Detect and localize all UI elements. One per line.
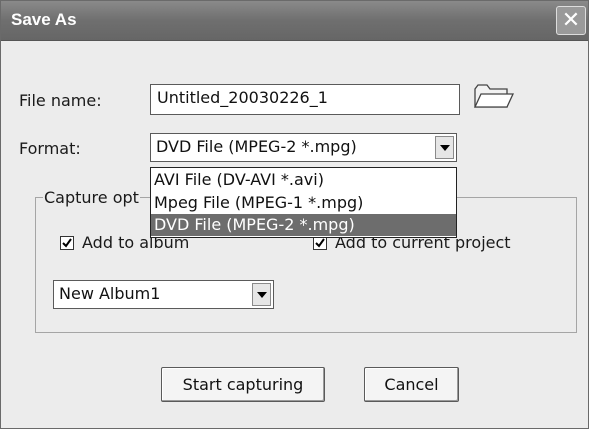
format-select[interactable]: DVD File (MPEG-2 *.mpg) <box>150 133 457 162</box>
file-name-input[interactable]: Untitled_20030226_1 <box>150 84 460 115</box>
album-dropdown-button[interactable] <box>252 283 271 306</box>
format-dropdown-list: AVI File (DV-AVI *.avi) Mpeg File (MPEG-… <box>150 167 457 238</box>
album-select[interactable]: New Album1 <box>53 280 274 309</box>
start-capturing-button[interactable]: Start capturing <box>161 367 325 402</box>
file-name-label: File name: <box>19 91 102 110</box>
browse-folder-button[interactable] <box>471 81 521 115</box>
format-option-mpeg[interactable]: Mpeg File (MPEG-1 *.mpg) <box>151 192 456 214</box>
capture-options-label: Capture opt <box>43 188 140 207</box>
title-bar: Save As ✕ <box>1 1 588 41</box>
add-to-project-checkbox[interactable] <box>313 236 327 250</box>
close-button[interactable]: ✕ <box>556 6 586 35</box>
chevron-down-icon <box>440 145 450 151</box>
format-option-avi[interactable]: AVI File (DV-AVI *.avi) <box>151 169 456 191</box>
chevron-down-icon <box>257 292 267 298</box>
add-to-album-checkbox[interactable] <box>60 236 74 250</box>
save-as-dialog: Save As ✕ File name: Untitled_20030226_1… <box>0 0 589 429</box>
folder-icon <box>473 84 515 108</box>
file-name-value: Untitled_20030226_1 <box>157 88 328 107</box>
cancel-button[interactable]: Cancel <box>364 367 459 402</box>
checkmark-icon <box>315 238 325 248</box>
format-selected-value: DVD File (MPEG-2 *.mpg) <box>156 137 357 156</box>
format-label: Format: <box>19 139 81 158</box>
format-option-dvd[interactable]: DVD File (MPEG-2 *.mpg) <box>151 214 456 236</box>
format-dropdown-button[interactable] <box>435 136 454 159</box>
album-selected-value: New Album1 <box>59 284 161 303</box>
close-icon: ✕ <box>561 8 581 33</box>
dialog-title: Save As <box>11 10 77 29</box>
checkmark-icon <box>62 238 72 248</box>
